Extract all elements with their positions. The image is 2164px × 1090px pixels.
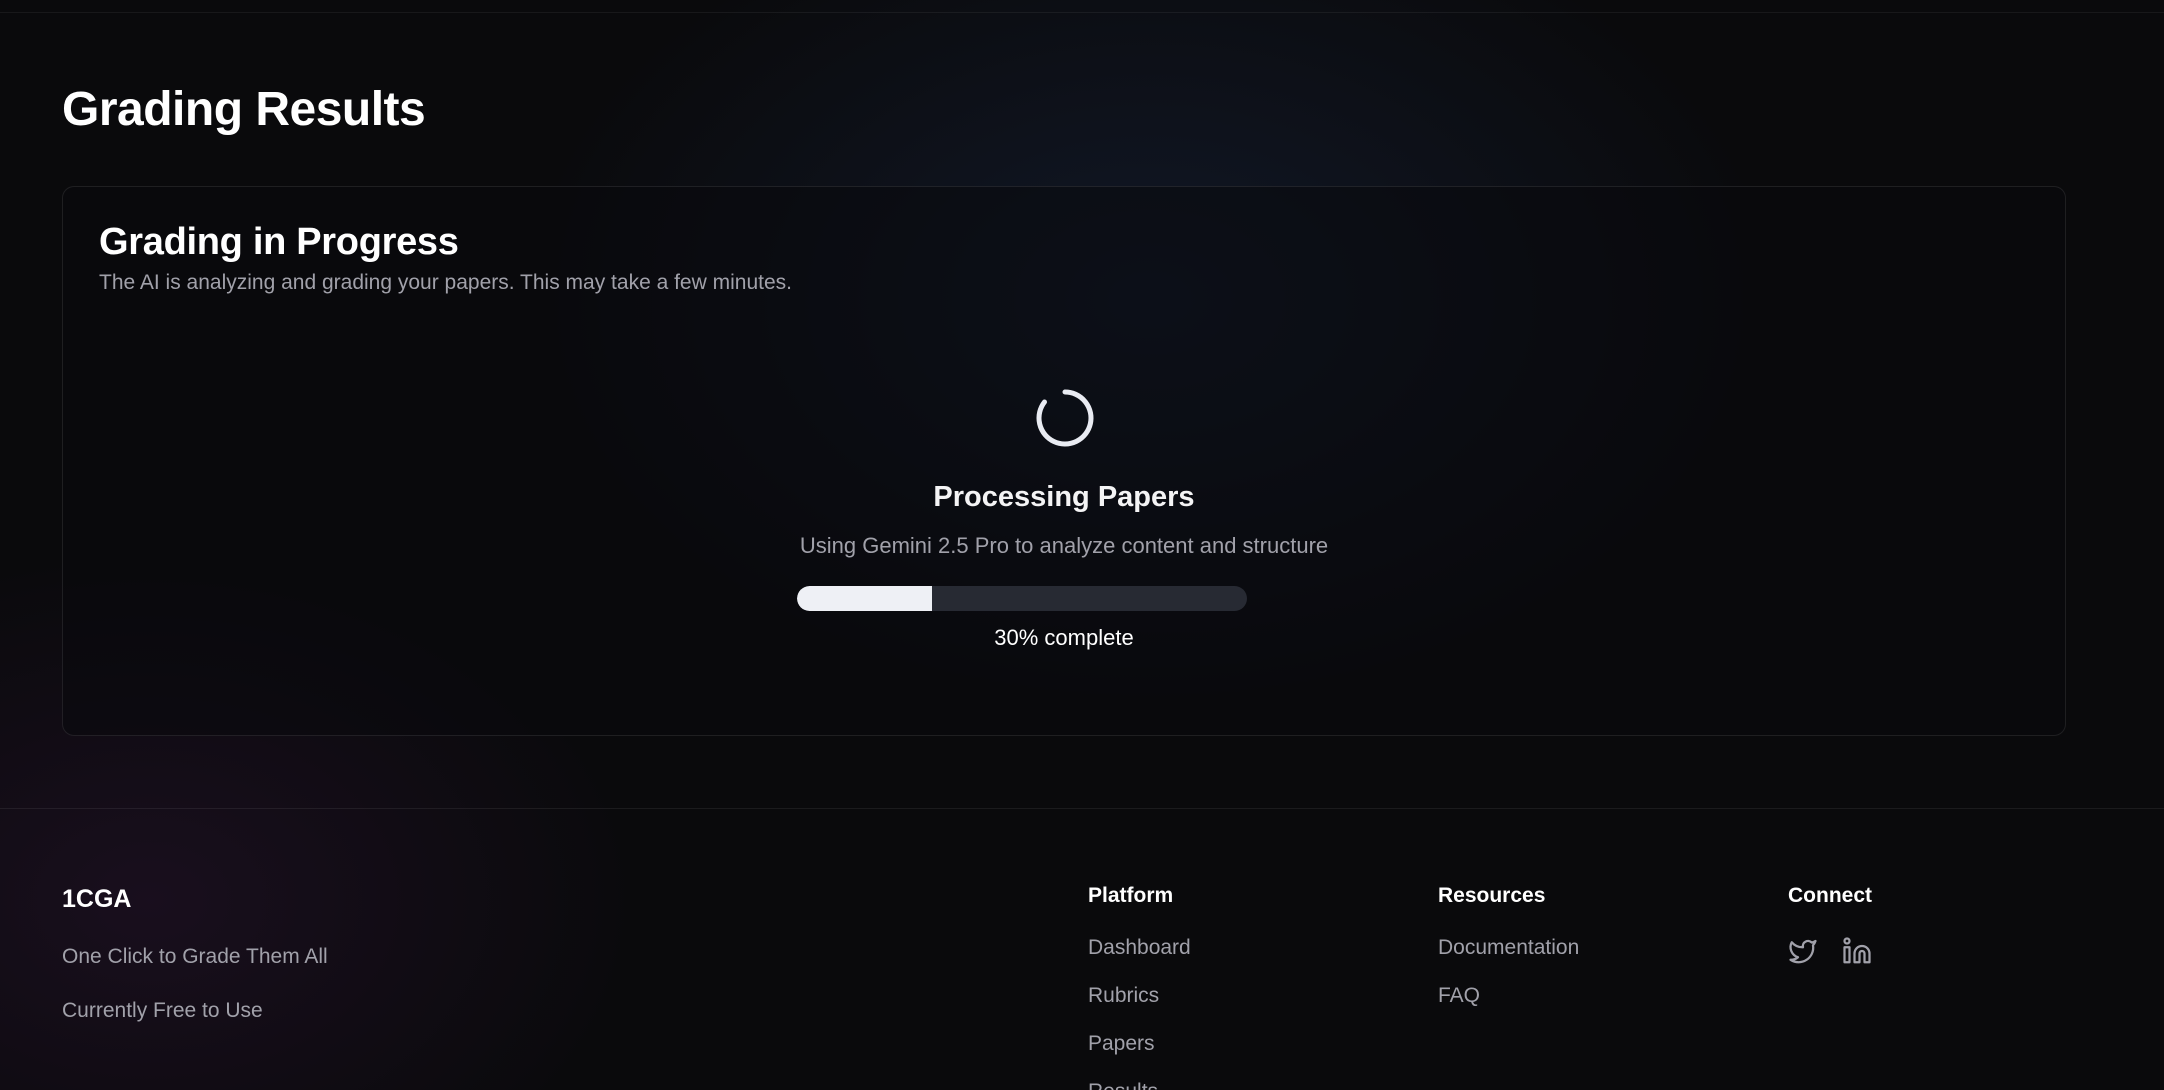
- footer-column-platform: Platform Dashboard Rubrics Papers Result…: [1088, 884, 1191, 1090]
- footer-link-results[interactable]: Results: [1088, 1080, 1191, 1090]
- progress-bar: [797, 586, 1247, 611]
- card-title: Grading in Progress: [99, 221, 459, 263]
- footer-heading-platform: Platform: [1088, 884, 1174, 907]
- processing-subtitle: Using Gemini 2.5 Pro to analyze content …: [799, 533, 1329, 558]
- footer-link-papers[interactable]: Papers: [1088, 1032, 1191, 1080]
- page: Grading Results Grading in Progress The …: [0, 0, 2164, 1090]
- grading-progress-card: Grading in Progress The AI is analyzing …: [62, 186, 2066, 736]
- loader-spinner-icon: [1034, 387, 1096, 449]
- footer-link-dashboard[interactable]: Dashboard: [1088, 936, 1191, 984]
- progress-bar-fill: [797, 586, 932, 611]
- footer-link-rubrics[interactable]: Rubrics: [1088, 984, 1191, 1032]
- progress-label: 30% complete: [994, 625, 1134, 650]
- card-description: The AI is analyzing and grading your pap…: [99, 271, 792, 294]
- page-title: Grading Results: [62, 83, 426, 136]
- linkedin-icon[interactable]: [1842, 936, 1872, 966]
- header-divider: [0, 12, 2164, 13]
- twitter-icon[interactable]: [1788, 936, 1818, 966]
- footer-tagline: One Click to Grade Them All: [62, 945, 328, 968]
- footer-column-connect: Connect: [1788, 884, 1872, 966]
- footer-link-documentation[interactable]: Documentation: [1438, 936, 1579, 984]
- footer-link-faq[interactable]: FAQ: [1438, 984, 1579, 1032]
- processing-title: Processing Papers: [933, 481, 1195, 513]
- footer-pricing-note: Currently Free to Use: [62, 999, 263, 1022]
- footer-heading-connect: Connect: [1788, 884, 1872, 907]
- footer-divider: [0, 808, 2164, 809]
- footer-heading-resources: Resources: [1438, 884, 1546, 907]
- footer-column-resources: Resources Documentation FAQ: [1438, 884, 1579, 1032]
- footer-brand[interactable]: 1CGA: [62, 885, 131, 914]
